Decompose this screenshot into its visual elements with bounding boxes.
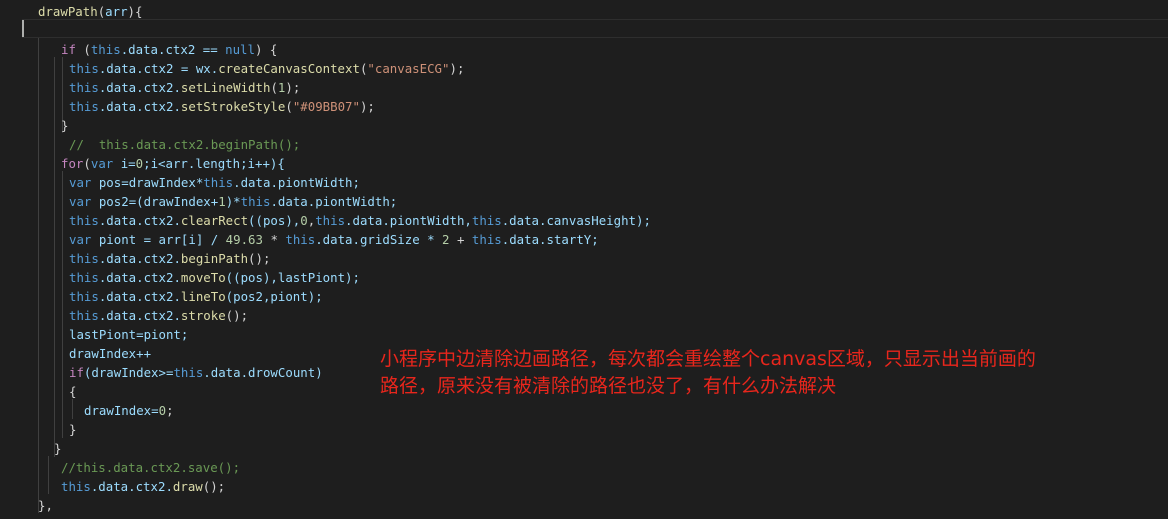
- question-annotation: 小程序中边清除边画路径，每次都会重绘整个canvas区域，只显示出当前画的 路径…: [380, 346, 1120, 400]
- code-line: var pos=drawIndex*this.data.piontWidth;: [69, 175, 360, 190]
- code-line: },: [38, 498, 53, 513]
- code-line: {: [69, 384, 77, 399]
- code-line: if(drawIndex>=this.data.drowCount): [69, 365, 323, 380]
- code-editor[interactable]: drawPath(arr){ if (this.data.ctx2 == nul…: [0, 0, 1168, 519]
- code-line: this.data.ctx2.beginPath();: [69, 251, 271, 266]
- code-line: }: [69, 422, 77, 437]
- code-line: lastPiont=piont;: [69, 327, 189, 342]
- code-line: this.data.ctx2.stroke();: [69, 308, 249, 323]
- text-cursor: [22, 20, 24, 37]
- code-line: this.data.ctx2.setStrokeStyle("#09BB07")…: [69, 99, 375, 114]
- code-line: this.data.ctx2.clearRect((pos),0,this.da…: [69, 213, 651, 228]
- code-line: var piont = arr[i] / 49.63 * this.data.g…: [69, 232, 599, 247]
- indent-guide: [72, 399, 73, 419]
- code-line: }: [54, 441, 62, 456]
- code-line: this.data.ctx2.draw();: [61, 479, 226, 494]
- code-line: drawIndex++: [69, 346, 152, 361]
- code-line: drawIndex=0;: [84, 403, 174, 418]
- code-line: if (this.data.ctx2 == null) {: [61, 42, 278, 57]
- code-line: drawPath(arr){: [38, 4, 143, 19]
- code-line: this.data.ctx2.lineTo(pos2,piont);: [69, 289, 323, 304]
- indent-guide: [62, 171, 63, 438]
- indent-guide: [48, 456, 49, 494]
- current-line-highlight: [22, 19, 1168, 38]
- code-line: this.data.ctx2.moveTo((pos),lastPiont);: [69, 270, 360, 285]
- code-line: this.data.ctx2 = wx.createCanvasContext(…: [69, 61, 465, 76]
- code-comment: //this.data.ctx2.save();: [61, 460, 241, 475]
- indent-guide: [38, 38, 39, 513]
- annotation-line-2: 路径，原来没有被清除的路径也没了，有什么办法解决: [380, 375, 837, 397]
- indent-guide: [54, 57, 55, 457]
- annotation-line-1: 小程序中边清除边画路径，每次都会重绘整个canvas区域，只显示出当前画的: [380, 348, 1036, 370]
- code-line: var pos2=(drawIndex+1)*this.data.piontWi…: [69, 194, 398, 209]
- code-line: for(var i=0;i<arr.length;i++){: [61, 156, 285, 171]
- code-line: this.data.ctx2.setLineWidth(1);: [69, 80, 301, 95]
- code-line: }: [61, 118, 69, 133]
- code-comment: // this.data.ctx2.beginPath();: [69, 137, 301, 152]
